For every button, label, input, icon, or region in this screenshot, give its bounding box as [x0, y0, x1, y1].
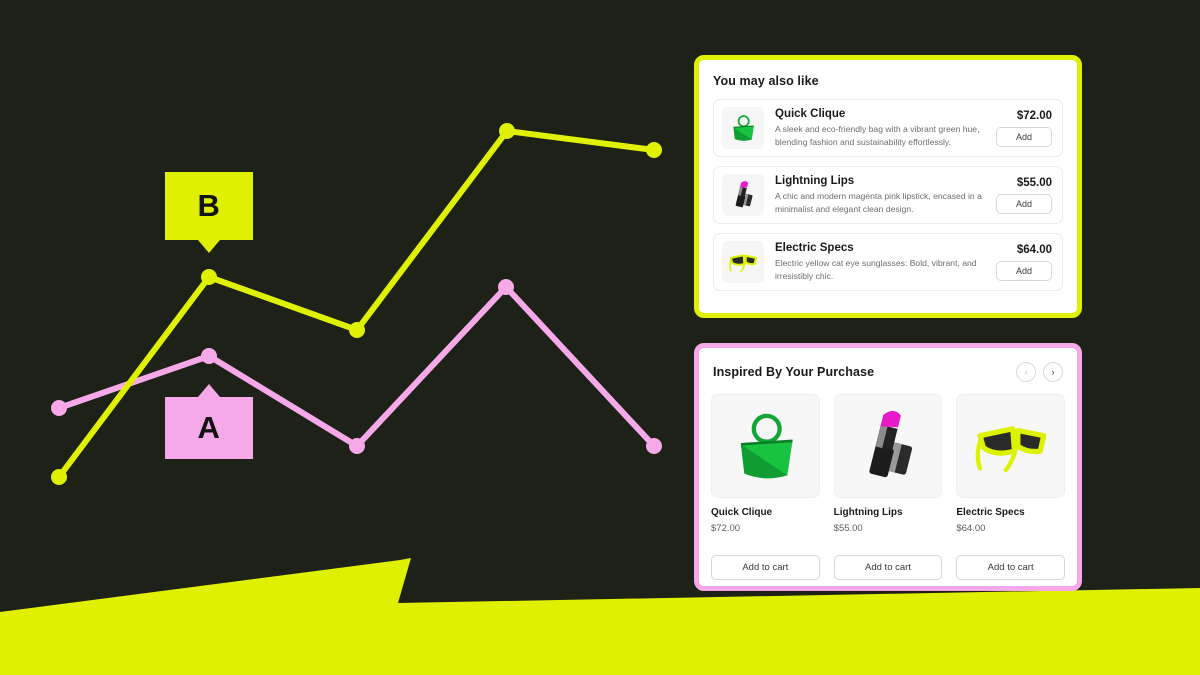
add-button[interactable]: Add — [996, 126, 1052, 147]
inspired-product-name: Electric Specs — [956, 507, 1025, 518]
suggestion-row[interactable]: Electric Specs Electric yellow cat eye s… — [713, 233, 1063, 291]
series-b-markers — [51, 123, 662, 485]
suggestion-actions: $72.00 Add — [990, 110, 1052, 147]
add-to-cart-button[interactable]: Add to cart — [833, 555, 943, 580]
handbag-icon — [722, 107, 764, 149]
chart-point-b-1 — [201, 269, 217, 285]
chart-point-a-0 — [51, 400, 67, 416]
chart-callout-a-label: A — [197, 410, 221, 445]
carousel-next-icon[interactable]: › — [1043, 362, 1063, 382]
suggestions-list: Quick Clique A sleek and eco-friendly ba… — [713, 99, 1063, 291]
add-to-cart-button[interactable]: Add to cart — [711, 555, 820, 580]
chart-callout-a-tail — [198, 384, 220, 397]
suggestion-price: $55.00 — [1016, 176, 1052, 189]
add-button[interactable]: Add — [996, 260, 1052, 281]
sunglasses-icon — [956, 394, 1065, 498]
inspired-product-card[interactable]: Lightning Lips $55.00 Add to cart — [833, 394, 943, 580]
inspired-product-grid: Quick Clique $72.00 Add to cart Lightnin… — [711, 394, 1065, 580]
series-b-line — [56, 128, 657, 480]
chart-callout-a: A — [165, 384, 253, 459]
inspired-product-card[interactable]: Electric Specs $64.00 Add to cart — [956, 394, 1065, 580]
chart-point-b-0 — [51, 469, 67, 485]
inspired-header: Inspired By Your Purchase ‹ › — [711, 360, 1065, 382]
chart-callout-b: B — [165, 172, 253, 253]
inspired-product-price: $55.00 — [833, 523, 863, 534]
suggestion-row[interactable]: Lightning Lips A chic and modern magenta… — [713, 166, 1063, 224]
carousel-controls: ‹ › — [1016, 362, 1063, 382]
suggestion-description: Electric yellow cat eye sunglasses: Bold… — [775, 258, 977, 281]
suggestion-description: A sleek and eco-friendly bag with a vibr… — [775, 124, 980, 147]
suggestion-actions: $64.00 Add — [990, 244, 1052, 281]
inspired-product-price: $64.00 — [956, 523, 986, 534]
suggestion-price: $72.00 — [1016, 109, 1052, 122]
chart-point-a-4 — [646, 438, 662, 454]
inspired-product-name: Quick Clique — [711, 507, 773, 518]
chart-point-a-3 — [498, 279, 514, 295]
suggestion-price: $64.00 — [1016, 243, 1052, 256]
you-may-also-like-card: You may also like Quick Clique A sleek a… — [694, 55, 1082, 318]
chart-callout-b-label: B — [197, 188, 221, 223]
lipstick-icon — [722, 174, 764, 216]
inspired-product-name: Lightning Lips — [833, 507, 903, 518]
chart-point-a-2 — [349, 438, 365, 454]
suggestions-title: You may also like — [713, 74, 819, 88]
suggestion-description: A chic and modern magenta pink lipstick,… — [775, 191, 982, 214]
chart-point-b-4 — [646, 142, 662, 158]
suggestion-actions: $55.00 Add — [990, 177, 1052, 214]
chart-point-b-3 — [499, 123, 515, 139]
inspired-product-price: $72.00 — [711, 523, 741, 534]
suggestion-name: Lightning Lips — [775, 175, 855, 188]
lipstick-icon — [833, 394, 943, 498]
chart-callout-b-tail — [198, 240, 220, 253]
screen-canvas: B A You may also like Quick Clique A sle… — [0, 0, 1200, 675]
suggestion-name: Quick Clique — [775, 108, 846, 121]
chart-point-a-1 — [201, 348, 217, 364]
suggestion-text: Quick Clique A sleek and eco-friendly ba… — [764, 108, 990, 147]
add-to-cart-button[interactable]: Add to cart — [956, 555, 1065, 580]
inspired-by-your-purchase-card: Inspired By Your Purchase ‹ › Quick Cliq… — [694, 343, 1082, 591]
suggestion-row[interactable]: Quick Clique A sleek and eco-friendly ba… — [713, 99, 1063, 157]
inspired-title: Inspired By Your Purchase — [713, 365, 875, 379]
sunglasses-icon — [722, 241, 764, 283]
add-button[interactable]: Add — [996, 193, 1052, 214]
handbag-icon — [711, 394, 820, 498]
carousel-prev-icon[interactable]: ‹ — [1016, 362, 1036, 382]
suggestion-text: Lightning Lips A chic and modern magenta… — [764, 175, 990, 214]
inspired-product-card[interactable]: Quick Clique $72.00 Add to cart — [711, 394, 820, 580]
chart-point-b-2 — [349, 322, 365, 338]
chart-series-b — [51, 123, 662, 485]
series-a-line — [56, 284, 657, 449]
suggestion-name: Electric Specs — [775, 242, 854, 255]
suggestion-text: Electric Specs Electric yellow cat eye s… — [764, 242, 990, 281]
